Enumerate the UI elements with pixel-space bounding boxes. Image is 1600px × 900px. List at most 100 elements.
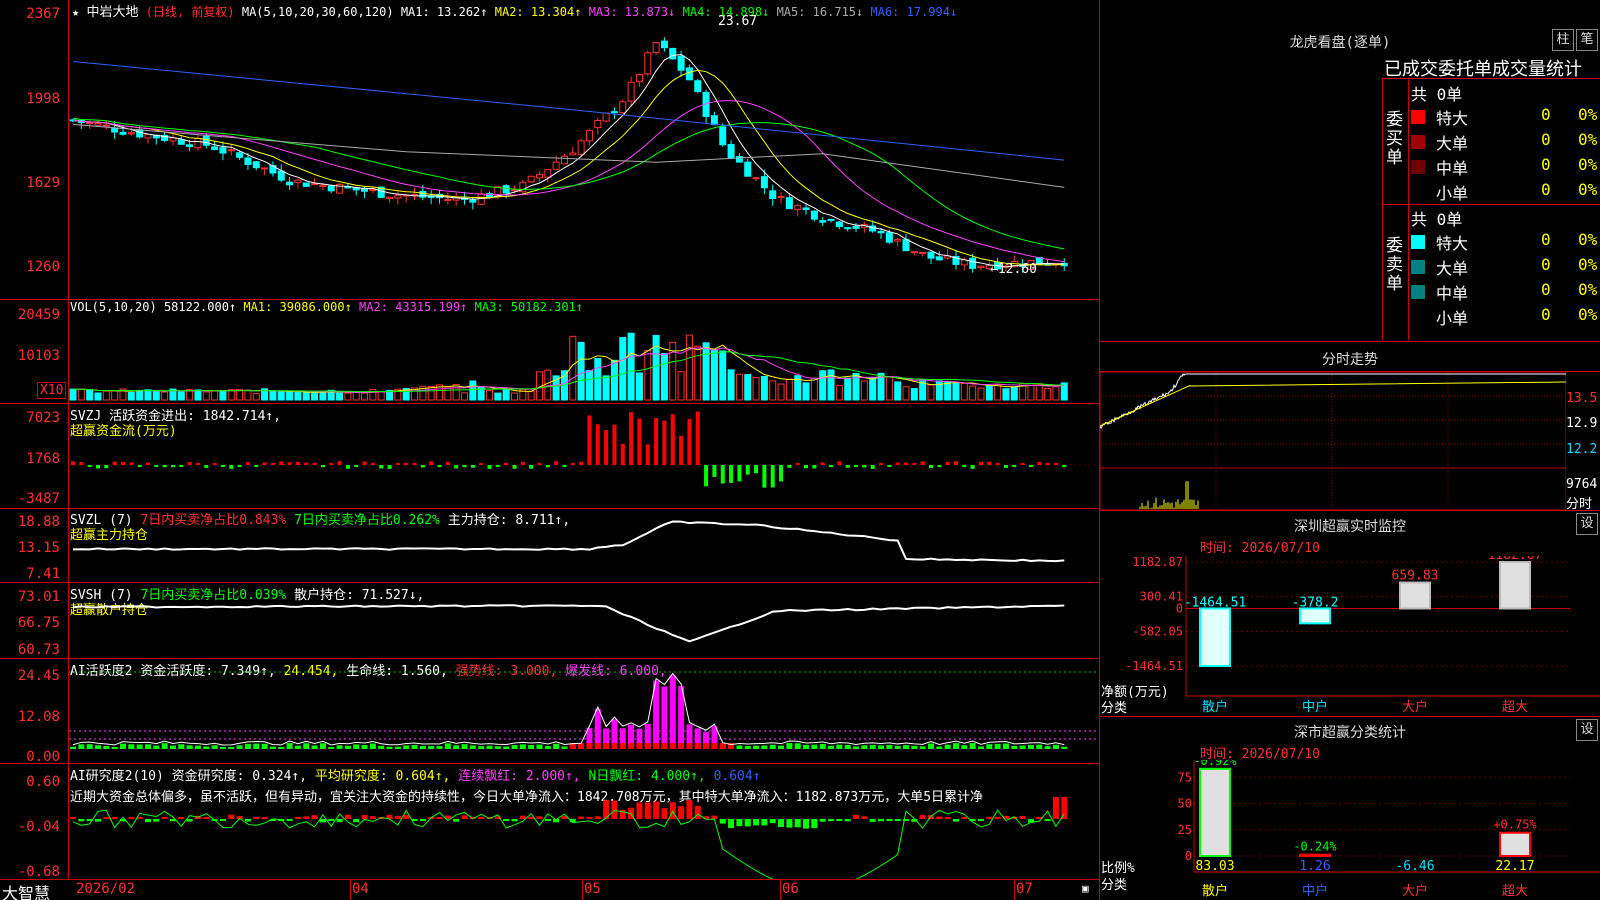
candle-body <box>660 40 668 49</box>
class-bar <box>1499 831 1531 857</box>
buy-row-value: 0 <box>1541 180 1551 199</box>
activity-bar <box>261 743 268 749</box>
volume-bar <box>602 375 610 401</box>
ma-params: MA(5,10,20,30,60,120) <box>241 5 394 19</box>
research-bar <box>886 819 893 821</box>
activity-bar <box>153 745 160 749</box>
candle-body <box>719 126 727 146</box>
retail-chart[interactable] <box>69 583 1099 658</box>
volume-bar <box>702 342 710 401</box>
research-bar <box>736 819 743 827</box>
volume-bar <box>594 357 602 401</box>
volume-ma-line <box>72 351 1065 393</box>
candle-body <box>810 210 818 220</box>
sz-monitor-settings-button[interactable]: 设 <box>1576 513 1598 535</box>
ma1-value: MA1: 13.262↑ <box>400 5 488 19</box>
brand-logo[interactable]: 大智慧 <box>2 880 50 900</box>
volume-bar <box>994 384 1002 401</box>
research-chart[interactable] <box>69 764 1099 879</box>
activity-base-bar <box>719 743 726 749</box>
flow-bar <box>195 463 200 465</box>
buy-row-pct: 0% <box>1578 105 1598 124</box>
flow-bar <box>295 461 300 465</box>
flow-bar <box>920 461 925 465</box>
tick-mode-button[interactable]: 笔 <box>1576 29 1598 51</box>
volume-bar <box>286 391 294 401</box>
class-category-label: 大户 <box>1402 883 1428 899</box>
volume-bar <box>69 388 77 401</box>
activity-base-bar <box>578 743 585 749</box>
candle-body <box>769 190 777 200</box>
flow-bar <box>879 463 884 465</box>
research-bar <box>519 815 526 819</box>
sz-monitor-chart[interactable]: 1182.87300.410-582.05-1464.51-1464.51散户-… <box>1100 556 1600 718</box>
lhb-divider <box>1408 78 1409 340</box>
intraday-price-tick: 13.5 <box>1566 391 1598 406</box>
activity-bar <box>1002 743 1009 749</box>
intraday-price-tick: 12.2 <box>1566 442 1598 457</box>
activity-bar <box>786 743 793 749</box>
volume-bar <box>294 391 302 401</box>
sell-row-value: 0 <box>1541 255 1551 274</box>
candle-body <box>277 170 285 181</box>
vol-ma3: MA3: 50182.301↑ <box>474 300 584 314</box>
flow-bar <box>770 465 775 488</box>
activity-base-bar <box>711 743 718 749</box>
candle-body <box>294 179 302 183</box>
vol-ma1: MA1: 39086.000↑ <box>243 300 352 314</box>
volume-bar <box>1002 388 1010 401</box>
sz-class-settings-button[interactable]: 设 <box>1576 719 1598 741</box>
flow-bar <box>162 465 167 468</box>
volume-bar <box>619 337 627 401</box>
research-bar <box>144 819 151 823</box>
activity-chart[interactable] <box>69 659 1099 763</box>
research-bar <box>369 816 376 819</box>
activity-bar <box>361 744 368 749</box>
volume-bar <box>77 388 85 401</box>
activity-bar <box>903 745 909 749</box>
sell-row-label: 大单 <box>1436 259 1469 278</box>
chart-mode[interactable]: (日线, 前复权) <box>146 5 235 19</box>
intraday-chart[interactable] <box>1100 372 1566 510</box>
research-bar <box>253 817 260 819</box>
lock-icon[interactable]: ▣ <box>1082 882 1089 895</box>
sz-class-chart[interactable]: 75 50 25 0 -0.92% 83.03 散户 -0.24% 1.26 中户 -6.46 大户 +… <box>1100 760 1600 900</box>
research-bar <box>353 819 360 823</box>
candle-body <box>594 119 602 129</box>
research-bar <box>952 819 959 822</box>
vol-value: 58122.000↑ <box>163 300 237 314</box>
research-bar <box>203 817 210 819</box>
flow-bar <box>737 465 742 482</box>
volume-chart[interactable] <box>69 316 1099 402</box>
flow-bar <box>970 465 975 469</box>
candlestick-chart[interactable] <box>69 18 1099 298</box>
candle-body <box>127 132 135 135</box>
fund-flow-chart[interactable] <box>69 404 1099 507</box>
candle-body <box>319 184 327 187</box>
volume-bar <box>502 389 510 401</box>
favorite-star-icon[interactable]: ★ <box>72 5 79 19</box>
flow-bar <box>704 465 709 487</box>
activity-base-bar <box>694 743 701 749</box>
volume-bar <box>127 392 135 401</box>
sell-row-value: 0 <box>1541 280 1551 299</box>
flow-bar <box>370 463 375 465</box>
monitor-bar <box>1199 607 1231 667</box>
date-axis-label: 07 <box>1016 881 1033 897</box>
flow-bar <box>354 465 359 467</box>
volume-bar <box>344 392 352 401</box>
activity-bar <box>927 743 934 749</box>
candle-body <box>394 194 402 199</box>
research-bar <box>786 819 793 828</box>
activity-bar <box>836 744 843 749</box>
monitor-category-label: 中户 <box>1302 699 1328 715</box>
main-force-chart[interactable] <box>69 509 1099 582</box>
flow-bar <box>637 418 642 465</box>
flow-bar <box>154 465 159 467</box>
activity-bar <box>86 744 93 749</box>
vol-unit-badge[interactable]: X10 <box>37 382 67 399</box>
bar-mode-button[interactable]: 柱 <box>1552 29 1574 51</box>
retail-line <box>72 604 1065 643</box>
activity-bar <box>494 746 501 749</box>
activity-base-bar <box>636 743 643 749</box>
